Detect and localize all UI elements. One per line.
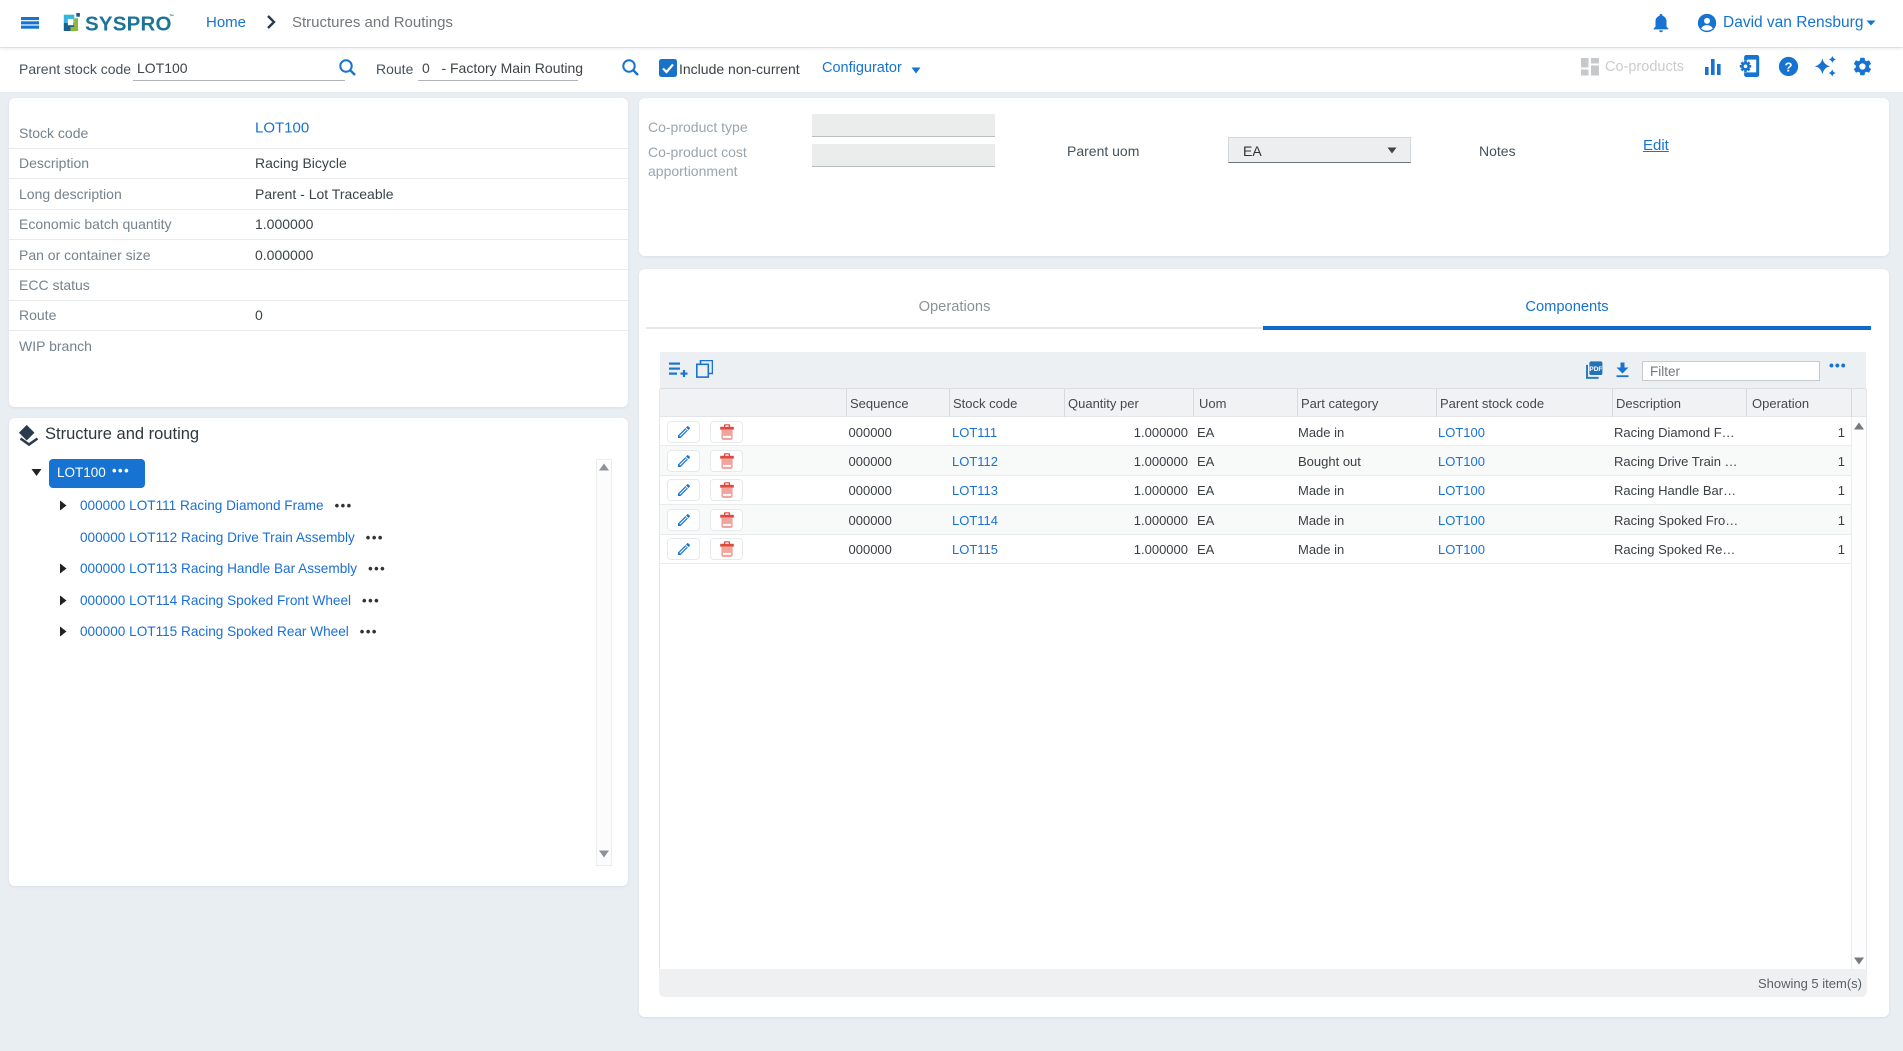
svg-text:?: ? (1784, 59, 1792, 74)
svg-text:PDF: PDF (1589, 366, 1602, 373)
svg-text:™: ™ (169, 14, 174, 20)
svg-text:SYSPRO: SYSPRO (85, 13, 172, 33)
